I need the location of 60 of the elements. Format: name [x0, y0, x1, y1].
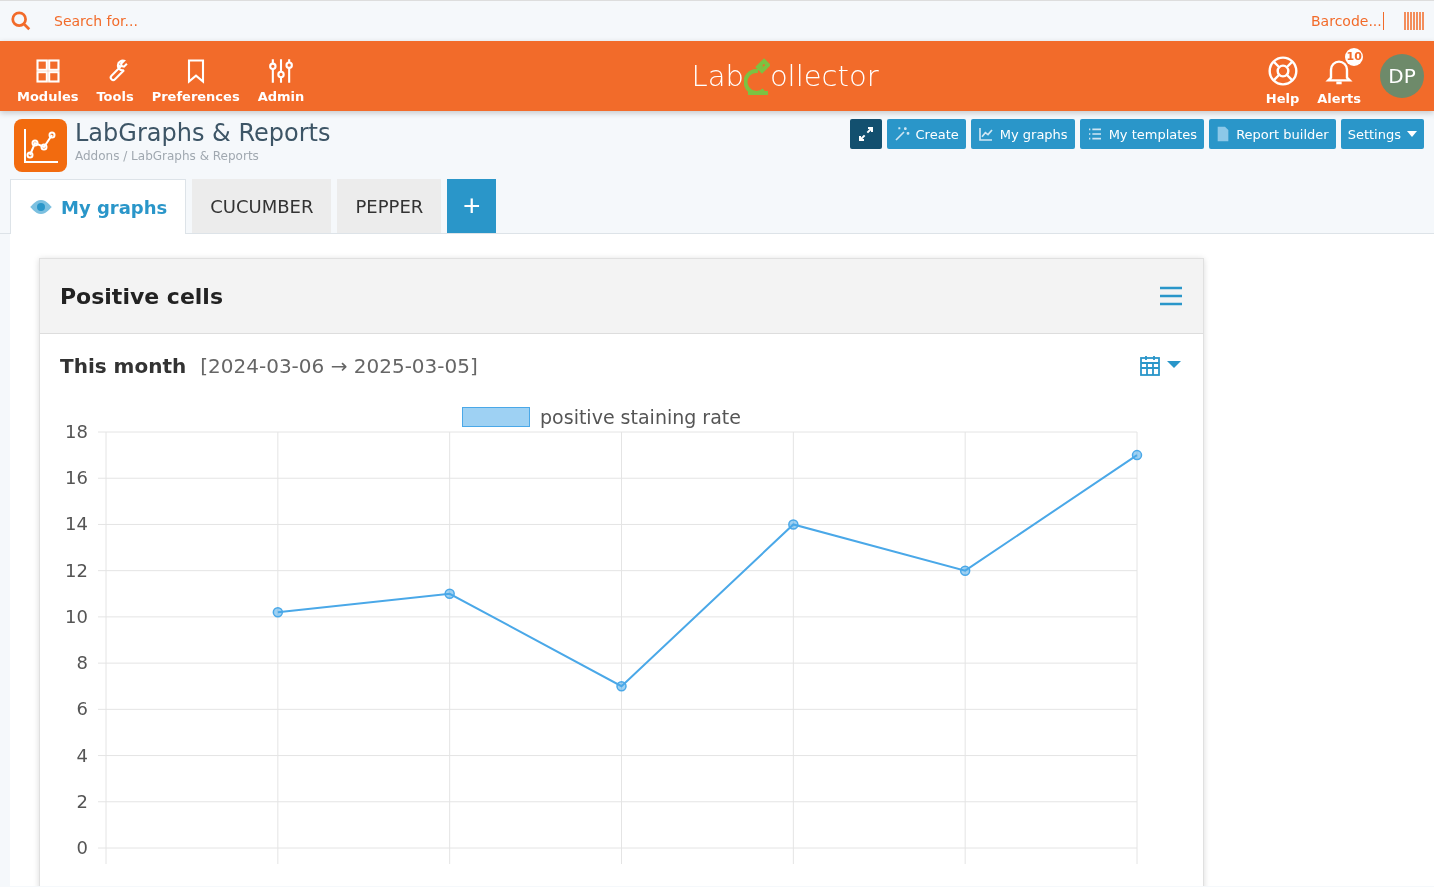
- y-tick-label: 12: [65, 559, 88, 581]
- logo-text: Lab: [691, 59, 744, 93]
- nav-item[interactable]: 10 Alerts: [1308, 46, 1370, 106]
- settings-dropdown[interactable]: Settings: [1340, 119, 1424, 149]
- y-tick-label: 4: [76, 744, 88, 766]
- date-range: [2024-03-06 → 2025-03-05]: [200, 354, 479, 378]
- expand-icon: [857, 126, 874, 142]
- y-tick-label: 6: [76, 698, 88, 720]
- y-tick-label: 14: [65, 513, 88, 535]
- nav-item[interactable]: Admin: [248, 48, 314, 104]
- data-point: [1131, 449, 1143, 461]
- legend-label: positive staining rate: [540, 406, 741, 428]
- data-point: [788, 519, 799, 530]
- action-button[interactable]: My templates: [1079, 119, 1205, 149]
- card-title: Positive cells: [60, 283, 223, 309]
- breadcrumb: Addons / LabGraphs & Reports: [75, 149, 260, 163]
- nav-item[interactable]: Help: [1256, 46, 1309, 106]
- y-tick-label: 0: [76, 837, 88, 858]
- app-icon: [14, 119, 67, 172]
- tab[interactable]: CUCUMBER: [192, 179, 332, 233]
- nav-item[interactable]: Preferences: [142, 48, 249, 104]
- logo-text: ollector: [769, 59, 879, 93]
- data-point: [272, 607, 284, 618]
- action-button[interactable]: Create: [886, 119, 966, 149]
- fullscreen-button[interactable]: [849, 119, 882, 149]
- magic-wand-icon: [893, 126, 910, 142]
- line-chart-icon: [977, 126, 994, 142]
- tab[interactable]: PEPPER: [337, 179, 442, 233]
- calendar-dropdown-icon[interactable]: [1139, 355, 1183, 377]
- y-tick-label: 10: [65, 605, 88, 627]
- period-label: This month: [60, 354, 187, 378]
- search-icon: [10, 10, 32, 32]
- nav-item[interactable]: Modules: [8, 48, 88, 104]
- search-field[interactable]: Search for...: [52, 12, 1289, 30]
- y-tick-label: 8: [76, 652, 88, 674]
- document-icon: [1216, 126, 1231, 142]
- barcode-icon[interactable]: [1404, 12, 1424, 30]
- action-button[interactable]: My graphs: [970, 119, 1075, 149]
- user-avatar[interactable]: DP: [1380, 54, 1424, 98]
- data-point: [959, 565, 971, 576]
- notification-badge: 10: [1345, 47, 1364, 66]
- page-title: LabGraphs & Reports: [75, 119, 332, 147]
- y-tick-label: 2: [76, 790, 88, 812]
- sliders-icon: [266, 56, 295, 85]
- list-icon: [1086, 126, 1103, 142]
- eye-icon: [29, 199, 53, 215]
- y-tick-label: 18: [65, 421, 88, 442]
- grid-icon: [33, 56, 62, 85]
- caret-icon: [1407, 131, 1417, 137]
- data-point: [444, 588, 455, 600]
- action-button[interactable]: Report builder: [1209, 119, 1336, 149]
- nav-item[interactable]: Tools: [87, 48, 143, 104]
- tab[interactable]: My graphs: [10, 179, 187, 234]
- barcode-field[interactable]: Barcode...: [1309, 12, 1384, 30]
- menu-icon[interactable]: [1159, 286, 1183, 306]
- microscope-logo-icon: [743, 57, 770, 95]
- y-tick-label: 16: [65, 467, 88, 489]
- data-point: [616, 680, 627, 692]
- lifebuoy-icon: [1266, 54, 1299, 87]
- add-tab-button[interactable]: +: [447, 179, 497, 233]
